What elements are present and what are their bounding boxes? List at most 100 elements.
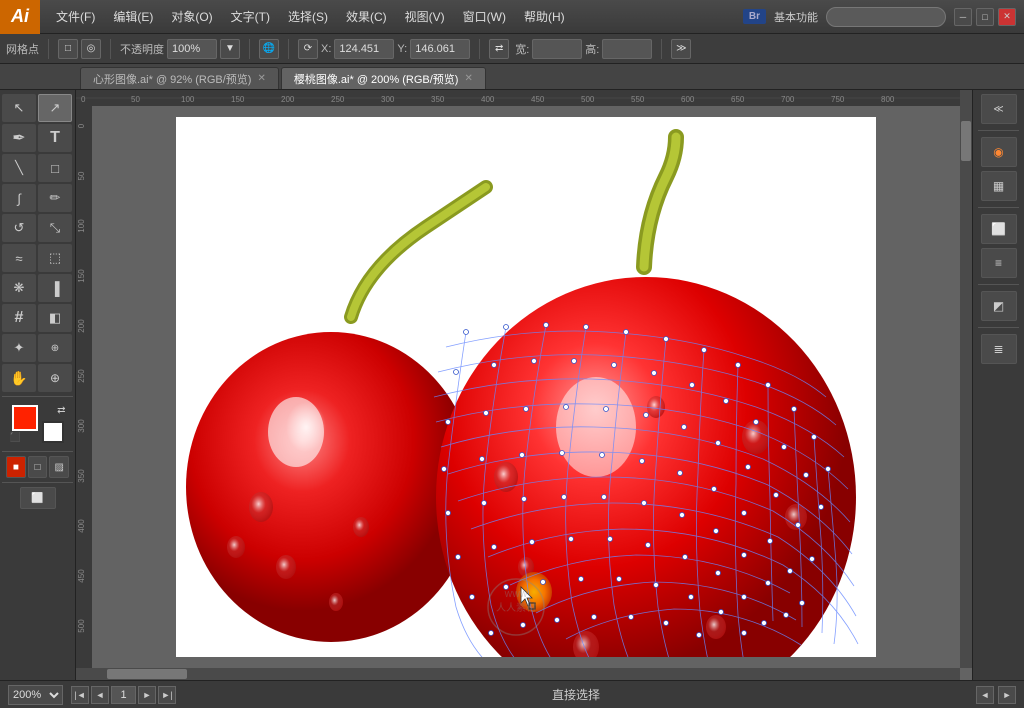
rect-tool[interactable]: □: [38, 154, 72, 182]
tab-cherry[interactable]: 樱桃图像.ai* @ 200% (RGB/预览) ✕: [281, 67, 486, 89]
x-input[interactable]: [334, 39, 394, 59]
tool-sep-2: [2, 451, 73, 452]
transform-btn[interactable]: ⟳: [298, 39, 318, 59]
left-toolbar: ↖ ↗ ✒ T ╲ □ ∫ ✏ ↺ ⤡ ≈ ⬚ ❋ ▐ # ◧: [0, 90, 76, 680]
align-panel-btn[interactable]: ≡: [981, 248, 1017, 278]
stroke-btn[interactable]: □: [58, 39, 78, 59]
horizontal-scrollbar[interactable]: [76, 668, 960, 680]
page-number-input[interactable]: [111, 686, 136, 704]
tab-heart[interactable]: 心形图像.ai* @ 92% (RGB/预览) ✕: [80, 67, 279, 89]
svg-text:0: 0: [81, 95, 86, 104]
prev-page-btn[interactable]: ◄: [91, 686, 109, 704]
gradient-tool[interactable]: ◧: [38, 304, 72, 332]
background-color[interactable]: [42, 421, 64, 443]
menu-file[interactable]: 文件(F): [48, 4, 103, 29]
default-colors[interactable]: ⬛: [10, 432, 21, 443]
tool-row-7: ❋ ▐: [2, 274, 73, 302]
pathfinder-panel-btn[interactable]: ◩: [981, 291, 1017, 321]
symbol-tool[interactable]: ❋: [2, 274, 36, 302]
transparency-input[interactable]: [167, 39, 217, 59]
next-page-btn[interactable]: ►: [138, 686, 156, 704]
canvas-scroll[interactable]: 人人素材 WWW: [92, 106, 960, 668]
text-tool[interactable]: T: [38, 124, 72, 152]
close-button[interactable]: ✕: [998, 8, 1016, 26]
tab-cherry-close[interactable]: ✕: [464, 73, 472, 84]
vertical-ruler: 0 50 100 150 200 250 300 350 400 450 500: [76, 106, 92, 668]
zoom-tool[interactable]: ⊕: [38, 364, 72, 392]
page-nav: |◄ ◄ ► ►|: [71, 686, 176, 704]
expand-panel-btn[interactable]: ≪: [981, 94, 1017, 124]
scale-tool[interactable]: ⤡: [38, 214, 72, 242]
column-graph-tool[interactable]: ▐: [38, 274, 72, 302]
pencil-tool[interactable]: ✏: [38, 184, 72, 212]
zoom-group: 200% 100% 150% 300%: [8, 685, 63, 705]
select-tool[interactable]: ↖: [2, 94, 36, 122]
transparency-dropdown[interactable]: ▼: [220, 39, 240, 59]
svg-text:800: 800: [881, 95, 895, 104]
swatches-panel-btn[interactable]: ▦: [981, 171, 1017, 201]
height-input[interactable]: [602, 39, 652, 59]
transform-panel-btn[interactable]: ⬜: [981, 214, 1017, 244]
svg-text:250: 250: [77, 369, 86, 383]
svg-text:300: 300: [381, 95, 395, 104]
tool-sep-1: [2, 396, 73, 397]
menu-select[interactable]: 选择(S): [280, 4, 336, 29]
screen-mode-btn[interactable]: ⬜: [20, 487, 56, 509]
svg-text:500: 500: [77, 619, 86, 633]
link-btn[interactable]: ⇄: [489, 39, 509, 59]
tab-heart-close[interactable]: ✕: [257, 73, 265, 84]
menu-window[interactable]: 窗口(W): [455, 4, 514, 29]
warp-tool[interactable]: ≈: [2, 244, 36, 272]
vertical-scrollbar[interactable]: [960, 90, 972, 668]
more-btn[interactable]: ≫: [671, 39, 691, 59]
y-input[interactable]: [410, 39, 470, 59]
swap-colors[interactable]: ⇄: [57, 405, 65, 416]
menu-text[interactable]: 文字(T): [223, 4, 278, 29]
vertical-scrollbar-thumb[interactable]: [961, 121, 971, 161]
free-transform-tool[interactable]: ⬚: [38, 244, 72, 272]
line-tool[interactable]: ╲: [2, 154, 36, 182]
bridge-button[interactable]: Br: [743, 9, 766, 24]
minimize-button[interactable]: ─: [954, 8, 972, 26]
svg-text:550: 550: [631, 95, 645, 104]
menu-object[interactable]: 对象(O): [163, 4, 220, 29]
width-input[interactable]: [532, 39, 582, 59]
canvas-content: 人人素材 WWW: [92, 106, 960, 668]
tool-row-3: ╲ □: [2, 154, 73, 182]
next-arrow[interactable]: ►: [998, 686, 1016, 704]
no-fill-btn[interactable]: □: [28, 456, 48, 478]
eyedropper-tool[interactable]: ✦: [2, 334, 36, 362]
first-page-btn[interactable]: |◄: [71, 686, 89, 704]
tool-row-1: ↖ ↗: [2, 94, 73, 122]
solid-fill-btn[interactable]: ■: [6, 456, 26, 478]
hand-tool[interactable]: ✋: [2, 364, 36, 392]
tool-row-8: # ◧: [2, 304, 73, 332]
layers-panel-btn[interactable]: ≣: [981, 334, 1017, 364]
color-panel-btn[interactable]: ◉: [981, 137, 1017, 167]
menu-edit[interactable]: 编辑(E): [105, 4, 161, 29]
prev-arrow[interactable]: ◄: [976, 686, 994, 704]
fill-btn[interactable]: ◎: [81, 39, 101, 59]
search-input[interactable]: [826, 7, 946, 27]
gradient-fill-btn[interactable]: ▨: [49, 456, 69, 478]
foreground-color[interactable]: [12, 405, 38, 431]
measure-tool[interactable]: ⊕: [38, 334, 72, 362]
separator-6: [661, 39, 662, 59]
mesh-tool[interactable]: #: [2, 304, 36, 332]
brush-tool[interactable]: ∫: [2, 184, 36, 212]
menu-effect[interactable]: 效果(C): [338, 4, 395, 29]
separator-1: [48, 39, 49, 59]
horizontal-ruler: 0 50 100 150 200 250 300 350 400 450 500…: [76, 90, 960, 106]
horizontal-scrollbar-thumb[interactable]: [107, 669, 187, 679]
style-btn[interactable]: 🌐: [259, 39, 279, 59]
last-page-btn[interactable]: ►|: [158, 686, 176, 704]
menu-view[interactable]: 视图(V): [397, 4, 453, 29]
menu-help[interactable]: 帮助(H): [516, 4, 573, 29]
direct-select-tool[interactable]: ↗: [38, 94, 72, 122]
rotate-tool[interactable]: ↺: [2, 214, 36, 242]
svg-text:400: 400: [77, 519, 86, 533]
pen-tool[interactable]: ✒: [2, 124, 36, 152]
pos-group: ⟳ X: Y:: [298, 39, 470, 59]
maximize-button[interactable]: □: [976, 8, 994, 26]
zoom-select[interactable]: 200% 100% 150% 300%: [8, 685, 63, 705]
